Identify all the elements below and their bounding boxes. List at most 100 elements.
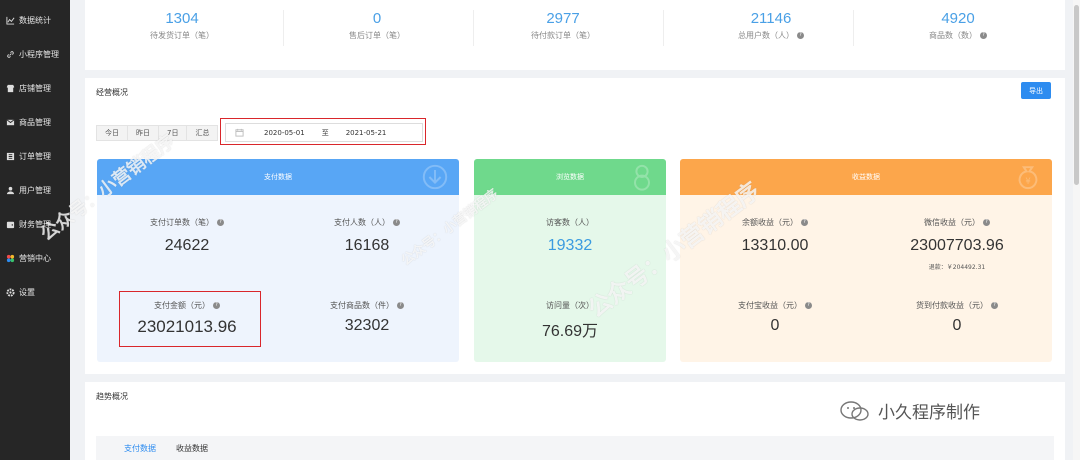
metric-value: 19332 (547, 237, 593, 254)
panel-title: 收益数据 (852, 173, 880, 181)
tab-payment-data[interactable]: 支付数据 (124, 443, 156, 454)
divider (853, 10, 854, 46)
help-icon[interactable]: ? (980, 32, 987, 39)
section-title: 趋势概况 (96, 392, 128, 401)
stat-value: 2977 (546, 10, 580, 27)
stat-after-sale[interactable]: 0 售后订单（笔） (282, 10, 472, 41)
range-summary-button[interactable]: 汇总 (187, 125, 219, 141)
stat-label: 待付款订单（笔） (531, 31, 595, 40)
help-icon[interactable]: ? (213, 302, 220, 309)
sidebar: 数据统计 小程序管理 店铺管理 商品管理 订单管理 用户管理 财务管理 营销中心… (0, 0, 70, 460)
sidebar-item-marketing[interactable]: 营销中心 (0, 241, 70, 275)
income-data-panel: 收益数据 ¥ 余额收益（元）? 13310.00 微信收益（元）? 230077… (680, 159, 1052, 362)
sidebar-item-label: 商品管理 (19, 117, 51, 127)
metric-cod-income: 货到付款收益（元）? 0 (872, 300, 1042, 335)
date-separator: 至 (321, 128, 329, 137)
store-icon (6, 84, 15, 93)
metric-page-views: 访问量（次） 76.69万 (484, 300, 656, 341)
sidebar-item-data-stats[interactable]: 数据统计 (0, 3, 70, 37)
svg-text:¥: ¥ (1025, 176, 1030, 186)
export-button[interactable]: 导出 (1021, 82, 1051, 99)
date-range-picker[interactable]: 2020-05-01 至 2021-05-21 (225, 123, 423, 142)
help-icon[interactable]: ? (801, 219, 808, 226)
summary-stats: 1304 待发货订单（笔） 0 售后订单（笔） 2977 待付款订单（笔） 21… (85, 0, 1065, 70)
browse-data-panel: 浏览数据 访客数（人） 19332 访问量（次） 76.69万 (474, 159, 666, 362)
envelope-icon (6, 118, 15, 127)
stat-total-users[interactable]: 21146 总用户数（人）? (676, 10, 866, 41)
download-icon (422, 164, 448, 190)
sidebar-item-orders[interactable]: 订单管理 (0, 139, 70, 173)
range-today-button[interactable]: 今日 (96, 125, 128, 141)
tab-income-data[interactable]: 收益数据 (176, 443, 208, 454)
chart-line-icon (6, 16, 15, 25)
stat-label: 商品数（数） (929, 31, 977, 40)
metric-label: 货到付款收益（元） (916, 301, 988, 310)
stat-value: 21146 (750, 10, 792, 27)
sidebar-item-label: 订单管理 (19, 151, 51, 161)
scrollbar[interactable] (1073, 0, 1080, 460)
sidebar-item-label: 用户管理 (19, 185, 51, 195)
metric-label: 访问量（次） (546, 301, 594, 310)
date-end[interactable]: 2021-05-21 (346, 129, 387, 137)
visitors-icon (634, 164, 650, 191)
sidebar-item-label: 数据统计 (19, 15, 51, 25)
stat-pending-payment[interactable]: 2977 待付款订单（笔） (468, 10, 658, 41)
stat-value: 1304 (165, 10, 199, 27)
help-icon[interactable]: ? (393, 219, 400, 226)
metric-value: 24622 (164, 237, 210, 254)
calendar-icon (235, 128, 244, 137)
panel-title: 支付数据 (264, 173, 292, 181)
metric-balance-income: 余额收益（元）? 13310.00 (690, 217, 860, 255)
metric-paid-goods: 支付商品数（件）? 32302 (287, 300, 447, 335)
list-icon (6, 152, 15, 161)
help-icon[interactable]: ? (797, 32, 804, 39)
metric-label: 访客数（人） (546, 218, 594, 227)
scrollbar-thumb[interactable] (1074, 5, 1079, 185)
sidebar-item-finance[interactable]: 财务管理 (0, 207, 70, 241)
sidebar-item-store[interactable]: 店铺管理 (0, 71, 70, 105)
help-icon[interactable]: ? (805, 302, 812, 309)
metric-value: 23007703.96 (910, 237, 1004, 254)
sidebar-item-label: 设置 (19, 287, 35, 297)
metric-label: 微信收益（元） (924, 218, 980, 227)
metric-value: 13310.00 (741, 237, 809, 254)
section-title: 经营概况 (96, 88, 128, 97)
payment-data-panel: 支付数据 支付订单数（笔）? 24622 支付人数（人）? 16168 支付金额… (97, 159, 459, 362)
user-icon (6, 186, 15, 195)
stat-value: 4920 (941, 10, 975, 27)
marketing-icon (6, 254, 15, 263)
trend-overview: 趋势概况 支付数据 收益数据 (85, 382, 1065, 460)
metric-visitors: 访客数（人） 19332 (484, 217, 656, 255)
help-icon[interactable]: ? (217, 219, 224, 226)
stat-pending-shipment[interactable]: 1304 待发货订单（笔） (87, 10, 277, 41)
range-7days-button[interactable]: 7日 (159, 125, 188, 141)
metric-paid-orders: 支付订单数（笔）? 24622 (107, 217, 267, 255)
date-range-buttons: 今日 昨日 7日 汇总 (96, 125, 219, 141)
range-yesterday-button[interactable]: 昨日 (128, 125, 159, 141)
metric-paid-amount: 支付金额（元）? 23021013.96 (107, 300, 267, 337)
date-start[interactable]: 2020-05-01 (264, 129, 305, 137)
metric-value: 76.69万 (541, 323, 599, 340)
panel-title: 浏览数据 (556, 173, 584, 181)
stat-goods-count[interactable]: 4920 商品数（数）? (863, 10, 1053, 41)
sidebar-item-miniprogram[interactable]: 小程序管理 (0, 37, 70, 71)
metric-wechat-income: 微信收益（元）? 23007703.96 退款：￥204492.31 (872, 217, 1042, 271)
refund-text: 退款：￥204492.31 (928, 264, 986, 271)
sidebar-item-goods[interactable]: 商品管理 (0, 105, 70, 139)
sidebar-item-settings[interactable]: 设置 (0, 275, 70, 309)
metric-value: 0 (770, 317, 780, 334)
metric-value: 0 (952, 317, 962, 334)
gear-icon (6, 287, 15, 297)
metric-label: 支付商品数（件） (330, 301, 394, 310)
help-icon[interactable]: ? (397, 302, 404, 309)
stat-value: 0 (372, 10, 382, 27)
help-icon[interactable]: ? (991, 302, 998, 309)
metric-value: 16168 (344, 237, 390, 254)
metric-value: 23021013.96 (137, 317, 237, 336)
trend-tabs: 支付数据 收益数据 (96, 436, 1054, 460)
sidebar-item-users[interactable]: 用户管理 (0, 173, 70, 207)
wallet-icon (6, 220, 15, 229)
help-icon[interactable]: ? (983, 219, 990, 226)
sidebar-item-label: 小程序管理 (19, 49, 59, 59)
metric-alipay-income: 支付宝收益（元）? 0 (690, 300, 860, 335)
